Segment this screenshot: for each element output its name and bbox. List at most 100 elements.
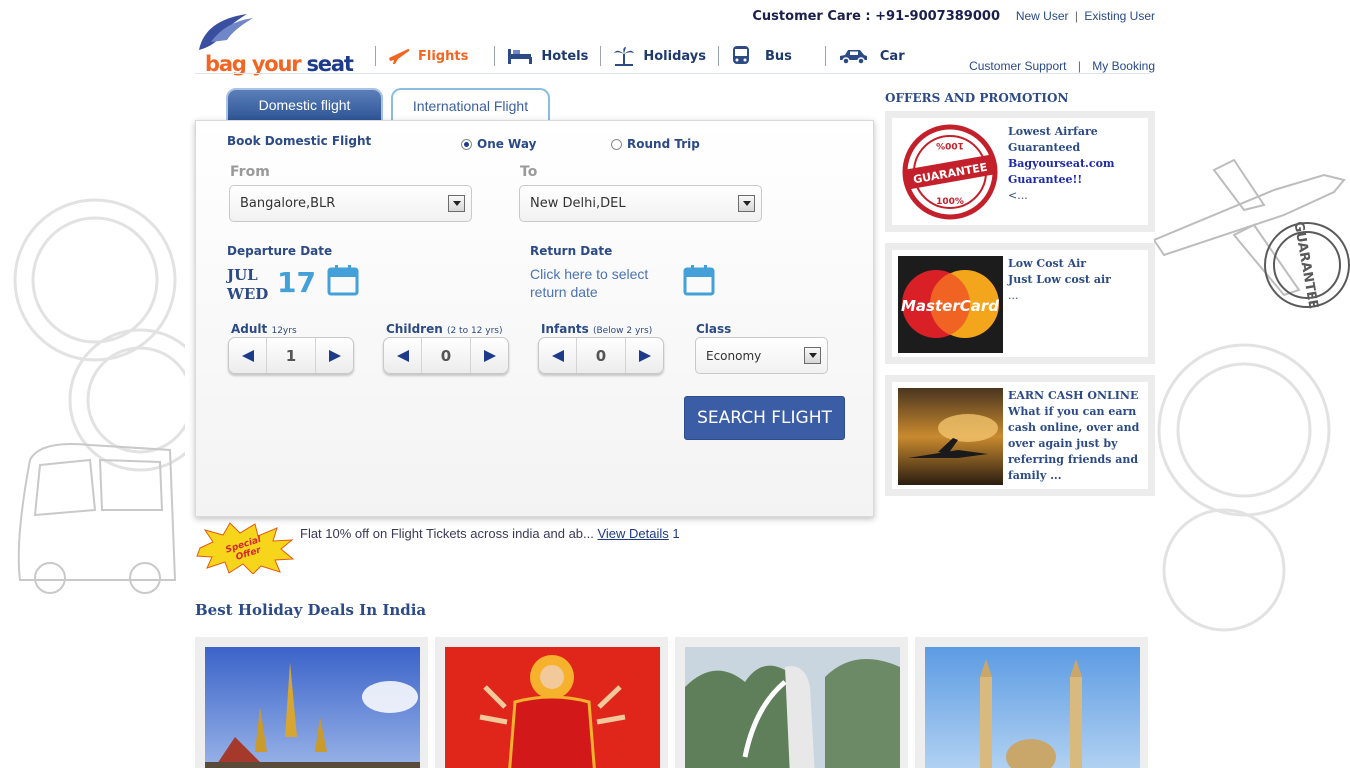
decrement-arrow-icon[interactable] — [539, 338, 576, 373]
from-label: From — [230, 164, 270, 180]
main-container: bag your seat Flights Hotels Holidays Bu… — [185, 0, 1155, 768]
promo-link[interactable]: Bagyourseat.com — [1008, 156, 1146, 172]
promo-line: Low Cost Air — [1008, 257, 1087, 270]
header-divider — [195, 73, 1150, 74]
infants-stepper: 0 — [538, 337, 664, 374]
mosque-minarets-image — [925, 647, 1140, 768]
new-user-link[interactable]: New User — [1016, 9, 1069, 23]
promo-card-low-cost[interactable]: MasterCard Low Cost Air Just Low cost ai… — [885, 243, 1155, 364]
nav-item-bus[interactable]: Bus — [731, 43, 792, 69]
deal-card-goddess[interactable] — [435, 637, 668, 768]
departure-weekday: WED — [227, 285, 269, 303]
my-booking-link[interactable]: My Booking — [1092, 59, 1155, 73]
nav-label: Flights — [418, 48, 469, 64]
dropdown-arrow-icon[interactable] — [448, 195, 465, 212]
bus-sketch-background — [13, 198, 190, 594]
return-text-line1: Click here to select — [530, 266, 649, 282]
one-way-radio[interactable]: One Way — [461, 137, 536, 151]
swoosh-logo-icon — [199, 14, 253, 50]
nav-label: Car — [879, 48, 905, 64]
departure-date-label: Departure Date — [227, 244, 333, 258]
return-text-line2: return date — [530, 284, 598, 300]
site-logo[interactable]: bag your seat — [197, 12, 357, 76]
return-date-label: Return Date — [530, 244, 613, 258]
nav-item-hotels[interactable]: Hotels — [507, 43, 588, 69]
class-label: Class — [696, 322, 732, 336]
to-city-select[interactable]: New Delhi,DEL — [519, 185, 762, 222]
search-flight-button[interactable]: SEARCH FLIGHT — [684, 396, 845, 440]
tab-domestic-flight[interactable]: Domestic flight — [226, 88, 383, 122]
flight-booking-panel: Book Domestic Flight One Way Round Trip … — [195, 120, 874, 517]
nav-item-flights[interactable]: Flights — [388, 43, 468, 69]
adult-label-text: Adult — [231, 322, 268, 336]
nav-label: Bus — [764, 48, 792, 64]
increment-arrow-icon[interactable] — [316, 338, 353, 373]
departure-month-weekday[interactable]: JUL WED — [227, 266, 268, 304]
customer-care-phone: Customer Care : +91-9007389000 — [752, 9, 1000, 24]
increment-arrow-icon[interactable] — [626, 338, 663, 373]
existing-user-link[interactable]: Existing User — [1084, 9, 1155, 23]
radio-label: One Way — [477, 137, 537, 151]
account-links: New User | Existing User — [1016, 9, 1155, 23]
offer-description: Flat 10% off on Flight Tickets across in… — [300, 526, 594, 541]
tab-international-flight[interactable]: International Flight — [391, 88, 550, 122]
promo-line: ... — [1008, 289, 1019, 302]
infants-age-note: (Below 2 yrs) — [592, 326, 653, 336]
airplane-sketch-background: GUARANTEE — [1154, 158, 1350, 632]
return-date-select[interactable]: Click here to select return date — [530, 265, 648, 301]
children-stepper: 0 — [383, 337, 509, 374]
to-label: To — [520, 164, 538, 180]
promo-line: Just Low cost air — [1008, 273, 1111, 286]
palm-tree-icon — [614, 47, 635, 66]
dropdown-arrow-icon[interactable] — [804, 347, 821, 364]
select-value: Bangalore,BLR — [240, 196, 336, 211]
calendar-icon[interactable] — [327, 264, 359, 296]
infants-label: Infants (Below 2 yrs) — [541, 322, 652, 336]
promo-card-earn-cash[interactable]: EARN CASH ONLINE What if you can earn ca… — [885, 375, 1155, 496]
promo-card-guarantee[interactable]: GUARANTEE 100% 100% Lowest Airfare Guara… — [885, 111, 1155, 232]
goddess-durga-image — [445, 647, 660, 768]
thai-temple-image — [205, 647, 420, 768]
dropdown-arrow-icon[interactable] — [738, 195, 755, 212]
bed-icon — [508, 49, 533, 64]
special-offer-text: Flat 10% off on Flight Tickets across in… — [300, 526, 680, 541]
adult-count: 1 — [266, 338, 316, 373]
view-details-link[interactable]: View Details — [597, 526, 668, 541]
radio-label: Round Trip — [627, 137, 700, 151]
increment-arrow-icon[interactable] — [471, 338, 508, 373]
nav-divider — [375, 46, 376, 66]
radio-button[interactable] — [611, 138, 622, 150]
booking-heading: Book Domestic Flight — [227, 134, 372, 148]
promo-text: EARN CASH ONLINE What if you can earn ca… — [1008, 388, 1146, 484]
radio-button[interactable] — [461, 138, 472, 150]
promo-line: Guarantee!! — [1008, 173, 1083, 186]
car-icon — [839, 50, 867, 64]
nav-item-car[interactable]: Car — [838, 43, 905, 69]
departure-day[interactable]: 17 — [277, 266, 316, 299]
guarantee-seal-icon: GUARANTEE 100% 100% — [902, 124, 998, 220]
promo-text: Lowest Airfare Guaranteed Bagyourseat.co… — [1008, 124, 1146, 204]
nav-divider — [600, 46, 602, 66]
customer-support-link[interactable]: Customer Support — [969, 59, 1066, 73]
decrement-arrow-icon[interactable] — [229, 338, 266, 373]
promo-line: Lowest Airfare — [1008, 125, 1098, 138]
link-separator: | — [1074, 9, 1078, 23]
children-label-text: Children — [386, 322, 443, 336]
decrement-arrow-icon[interactable] — [384, 338, 421, 373]
deal-card-mosque[interactable] — [915, 637, 1148, 768]
merlion-fountain-image — [685, 647, 900, 768]
support-links: Customer Support | My Booking — [969, 59, 1155, 73]
nav-label: Holidays — [643, 48, 706, 64]
deal-card-merlion[interactable] — [675, 637, 908, 768]
children-count: 0 — [421, 338, 471, 373]
deal-card-temple[interactable] — [195, 637, 428, 768]
seal-bottom-text: 100% — [936, 197, 964, 207]
nav-item-holidays[interactable]: Holidays — [613, 43, 706, 69]
round-trip-radio[interactable]: Round Trip — [611, 137, 700, 151]
class-select[interactable]: Economy — [695, 337, 828, 374]
bus-icon — [732, 46, 749, 64]
calendar-icon[interactable] — [683, 264, 715, 296]
from-city-select[interactable]: Bangalore,BLR — [229, 185, 472, 222]
plane-icon — [389, 49, 410, 64]
select-value: New Delhi,DEL — [530, 196, 626, 211]
